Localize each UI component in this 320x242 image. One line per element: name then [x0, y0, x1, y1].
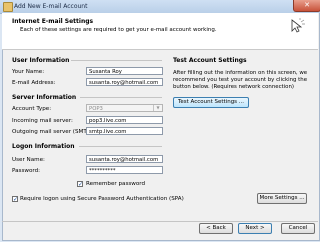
test-account-settings-button[interactable]: Test Account Settings ...	[173, 97, 249, 108]
outgoing-server-input[interactable]: smtp.live.com	[86, 127, 163, 135]
footer-divider	[2, 221, 318, 222]
logon-info-heading: Logon Information	[12, 143, 75, 150]
mouse-pointer-icon	[291, 18, 305, 33]
close-button[interactable]: ✕	[293, 0, 320, 12]
password-label: Password:	[12, 168, 41, 174]
chevron-down-icon: ▼	[153, 105, 162, 111]
test-settings-description: After filling out the information on thi…	[173, 70, 308, 90]
spa-label: Require logon using Secure Password Auth…	[20, 196, 184, 202]
username-input[interactable]: susanta.roy@hotmail.com	[86, 155, 163, 163]
account-type-label: Account Type:	[12, 106, 52, 112]
email-address-input[interactable]: susanta.roy@hotmail.com	[86, 78, 163, 86]
next-button[interactable]: Next >	[238, 223, 272, 234]
user-info-heading: User Information	[12, 57, 70, 64]
your-name-label: Your Name:	[12, 69, 45, 75]
account-type-select[interactable]: POP3 ▼	[86, 104, 163, 112]
close-icon: ✕	[304, 1, 310, 9]
server-info-heading: Server Information	[12, 94, 77, 101]
account-type-value: POP3	[89, 106, 103, 112]
password-input[interactable]: **********	[86, 166, 163, 174]
header-description: Each of these settings are required to g…	[20, 27, 217, 33]
back-button[interactable]: < Back	[199, 223, 233, 234]
outgoing-server-label: Outgoing mail server (SMTP):	[12, 129, 95, 135]
remember-password-label: Remember password	[86, 181, 146, 187]
incoming-server-label: Incoming mail server:	[12, 118, 73, 124]
username-label: User Name:	[12, 157, 45, 163]
your-name-input[interactable]: Susanta Roy	[86, 67, 163, 75]
divider	[71, 60, 162, 61]
cancel-button[interactable]: Cancel	[281, 223, 315, 234]
divider	[79, 146, 162, 147]
more-settings-button[interactable]: More Settings ...	[257, 193, 307, 204]
remember-password-checkbox[interactable]: ✓	[77, 181, 83, 188]
spa-checkbox[interactable]: ✓	[12, 196, 18, 203]
envelope-icon	[3, 2, 13, 12]
test-settings-heading: Test Account Settings	[173, 57, 247, 64]
email-address-label: E-mail Address:	[12, 80, 56, 86]
header-title: Internet E-mail Settings	[12, 18, 94, 25]
divider	[80, 97, 162, 98]
incoming-server-input[interactable]: pop3.live.com	[86, 116, 163, 124]
window-title: Add New E-mail Account	[14, 3, 88, 10]
